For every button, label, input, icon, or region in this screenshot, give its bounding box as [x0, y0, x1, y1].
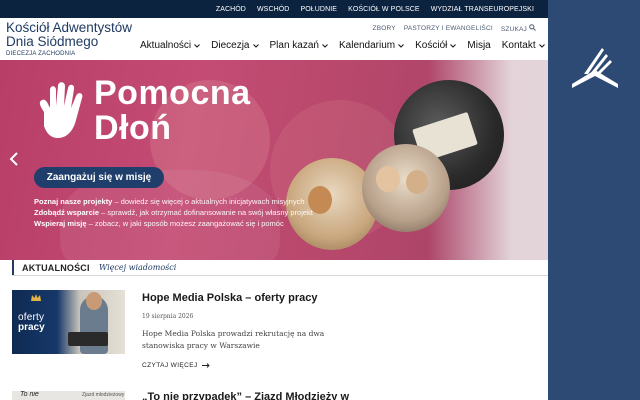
- hero-slider: Pomocna Dłoń Zaangażuj się w misję Pozna…: [0, 60, 548, 260]
- nav-label: Plan kazań: [269, 40, 319, 51]
- search-label: SZUKAJ: [500, 26, 527, 33]
- hero-title-line1: Pomocna: [94, 74, 251, 112]
- article-excerpt: Hope Media Polska prowadzi rekrutację na…: [142, 329, 325, 350]
- arrow-right-icon: [201, 363, 210, 368]
- hero-bullet-list: Poznaj nasze projekty – dowiedz się więc…: [34, 196, 334, 230]
- site-header: Kościół Adwentystów Dnia Siódmego DIECEZ…: [0, 18, 548, 60]
- bullet-text: – sprawdź, jak otrzymać dofinansowanie n…: [99, 208, 313, 218]
- article-thumbnail[interactable]: To nie Zjazd młodzieżowy: [12, 391, 125, 400]
- cta-button[interactable]: Zaangażuj się w misję: [34, 167, 164, 188]
- region-link-west[interactable]: ZACHÓD: [216, 6, 246, 13]
- chevron-down-icon: [538, 43, 545, 48]
- chevron-down-icon: [322, 43, 328, 48]
- article-title[interactable]: Hope Media Polska – oferty pracy: [142, 292, 317, 304]
- hero-title-line2: Dłoń: [94, 109, 172, 147]
- nav-label: Kościół: [415, 40, 448, 51]
- region-link-transeuropean[interactable]: WYDZIAŁ TRANSEUROPEJSKI: [431, 6, 534, 13]
- hero-title: Pomocna Dłoń: [94, 76, 251, 146]
- nav-item-news[interactable]: Aktualności: [140, 40, 200, 51]
- site-title-line2: Dnia Siódmego: [6, 34, 99, 49]
- hero-bullet[interactable]: Wspieraj misję – zobacz, w jaki sposób m…: [34, 218, 334, 229]
- read-more-link[interactable]: CZYTAJ WIĘCEJ: [142, 362, 210, 369]
- site-title[interactable]: Kościół Adwentystów Dnia Siódmego: [6, 21, 132, 49]
- nav-item-calendar[interactable]: Kalendarium: [339, 40, 404, 51]
- bullet-text: – dowiedz się więcej o aktualnych inicja…: [112, 197, 305, 206]
- site-title-line1: Kościół Adwentystów: [6, 20, 133, 35]
- region-link-poland[interactable]: KOŚCIÓŁ W POLSCE: [348, 6, 420, 13]
- nav-label: Diecezja: [211, 40, 250, 51]
- main-nav: Aktualności Diecezja Plan kazań Kalendar…: [140, 40, 545, 51]
- thumbnail-text: To nie: [20, 391, 39, 398]
- nav-label: Aktualności: [140, 40, 192, 51]
- chevron-down-icon: [252, 43, 259, 48]
- news-section-header: AKTUALNOŚCI Więcej wiadomości: [12, 260, 548, 276]
- nav-label: Kontakt: [501, 40, 536, 51]
- region-links: ZACHÓD WSCHÓD POŁUDNIE KOŚCIÓŁ W POLSCE …: [216, 0, 534, 18]
- article-title[interactable]: „To nie przypadek” – Zjazd Młodzieży w: [142, 391, 349, 400]
- bullet-bold: Poznaj nasze projekty: [34, 197, 113, 206]
- top-bar: ZACHÓD WSCHÓD POŁUDNIE KOŚCIÓŁ W POLSCE …: [0, 0, 548, 18]
- nav-item-contact[interactable]: Kontakt: [502, 40, 545, 51]
- chevron-down-icon: [450, 43, 457, 48]
- hero-bullet[interactable]: Poznaj nasze projekty – dowiedz się więc…: [34, 196, 334, 207]
- nav-item-sermon-plan[interactable]: Plan kazań: [270, 40, 328, 51]
- nav-label: Kalendarium: [338, 40, 396, 51]
- more-news-link[interactable]: Więcej wiadomości: [99, 263, 176, 272]
- util-link-pastors[interactable]: PASTORZY I EWANGELIŚCI: [404, 25, 493, 32]
- read-more-label: CZYTAJ WIĘCEJ: [142, 362, 198, 369]
- nav-label: Misja: [467, 40, 491, 51]
- thumbnail-text: pracy: [18, 322, 45, 333]
- chevron-down-icon: [398, 43, 404, 48]
- chevron-left-icon[interactable]: [9, 152, 19, 166]
- search-icon: [529, 24, 536, 31]
- person-head: [86, 292, 102, 310]
- section-accent-bar: [12, 260, 14, 275]
- adventist-logo-icon[interactable]: [566, 40, 624, 96]
- hand-icon: [39, 82, 83, 138]
- utility-nav: ZBORY PASTORZY I EWANGELIŚCI SZUKAJ: [373, 24, 536, 33]
- article-date: 19 sierpnia 2026: [142, 313, 194, 320]
- util-link-congregations[interactable]: ZBORY: [373, 25, 396, 32]
- hero-photo-people: [362, 144, 450, 232]
- hero-bullet[interactable]: Zdobądź wsparcie – sprawdź, jak otrzymać…: [34, 207, 334, 218]
- laptop: [68, 332, 108, 346]
- thumbnail-text: Zjazd młodzieżowy: [82, 392, 125, 398]
- nav-item-church[interactable]: Kościół: [415, 40, 457, 51]
- bullet-bold: Wspieraj misję: [34, 219, 87, 229]
- article-thumbnail[interactable]: oferty pracy: [12, 290, 125, 354]
- person: [406, 170, 428, 194]
- bullet-text: – zobacz, w jaki sposób możesz zaangażow…: [86, 219, 284, 229]
- site-subtitle: DIECEZJA ZACHODNIA: [6, 51, 76, 57]
- news-heading: AKTUALNOŚCI: [22, 263, 90, 273]
- bullet-bold: Zdobądź wsparcie: [34, 208, 100, 218]
- nav-item-mission[interactable]: Misja: [467, 40, 490, 51]
- chevron-down-icon: [194, 43, 200, 48]
- region-link-east[interactable]: WSCHÓD: [257, 6, 290, 13]
- person: [376, 166, 400, 192]
- nav-item-diocese[interactable]: Diecezja: [211, 40, 259, 51]
- util-link-search[interactable]: SZUKAJ: [501, 24, 536, 33]
- divider: [12, 275, 548, 276]
- crown-icon: [31, 294, 41, 301]
- region-link-south[interactable]: POŁUDNIE: [300, 6, 337, 13]
